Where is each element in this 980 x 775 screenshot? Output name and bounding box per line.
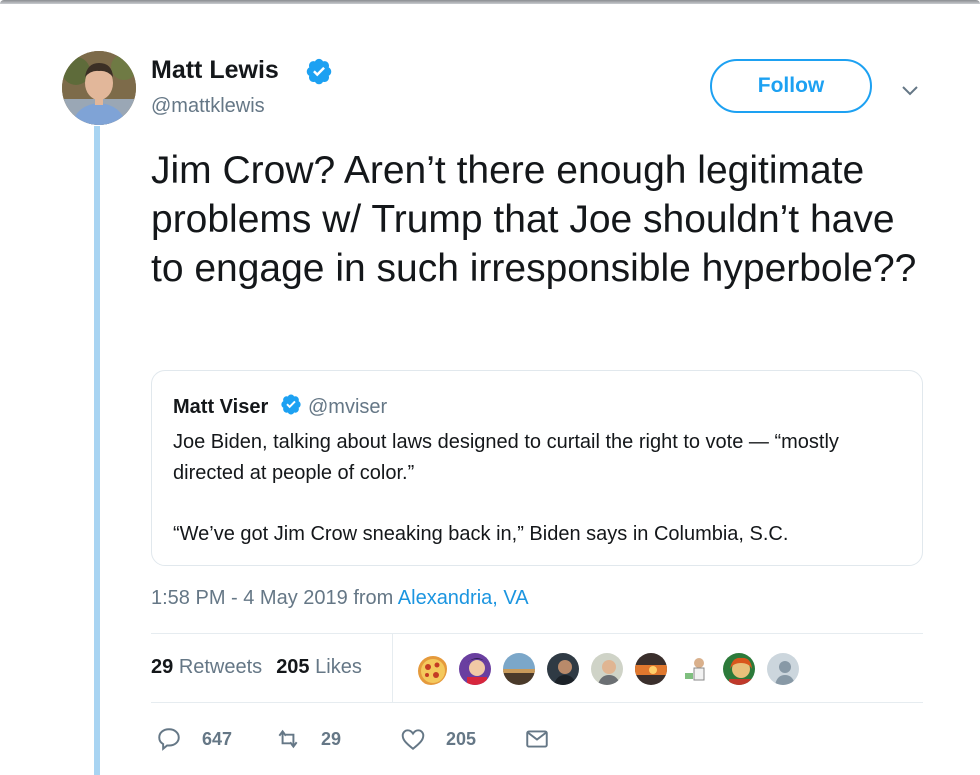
liker-avatar-person-dark[interactable] [545, 651, 581, 687]
author-name[interactable]: Matt Lewis [151, 56, 279, 85]
tweet-location-link[interactable]: Alexandria, VA [398, 587, 529, 609]
reply-icon [158, 728, 180, 751]
quoted-tweet-card[interactable]: Matt Viser @mviser Joe Biden, talking ab… [151, 370, 923, 566]
divider-bottom [151, 702, 923, 703]
stats-vertical-divider [392, 634, 393, 702]
thread-line [94, 126, 100, 775]
quoted-author-handle: @mviser [308, 396, 388, 418]
retweet-icon [278, 729, 298, 749]
envelope-icon [526, 730, 548, 748]
liker-avatar-pizza[interactable] [413, 651, 449, 687]
liker-avatar-sunset[interactable] [633, 651, 669, 687]
retweets-stat[interactable]: 29 Retweets [151, 656, 262, 678]
author-handle[interactable]: @mattklewis [151, 95, 265, 118]
divider-top [151, 633, 923, 634]
liker-avatar-redhead[interactable] [721, 651, 757, 687]
verified-badge-icon [306, 58, 332, 85]
tweet-stats: 29 Retweets 205 Likes [151, 656, 362, 679]
quoted-tweet-text: Joe Biden, talking about laws designed t… [173, 431, 839, 484]
reply-button[interactable]: 647 [156, 724, 236, 754]
quoted-tweet-text-2: “We’ve got Jim Crow sneaking back in,” B… [173, 523, 789, 545]
tweet-meta: 1:58 PM - 4 May 2019 from Alexandria, VA [151, 587, 529, 610]
liker-avatar-cartoon[interactable] [457, 651, 493, 687]
direct-message-button[interactable] [524, 724, 554, 754]
liker-avatar-landscape[interactable] [501, 651, 537, 687]
window-top-edge [0, 0, 980, 4]
retweet-button[interactable]: 29 [275, 724, 355, 754]
follow-button[interactable]: Follow [710, 59, 872, 113]
reply-count: 647 [202, 729, 233, 749]
likes-stat[interactable]: 205 Likes [276, 656, 362, 678]
tweet-text: Jim Crow? Aren’t there enough legitimate… [151, 149, 917, 290]
liker-avatar-figure[interactable] [677, 651, 713, 687]
chevron-down-icon[interactable] [898, 78, 922, 102]
like-button[interactable]: 205 [400, 724, 480, 754]
retweet-count: 29 [321, 729, 342, 749]
verified-badge-icon [281, 394, 301, 415]
liker-avatar-default[interactable] [765, 651, 801, 687]
tweet-timestamp[interactable]: 1:58 PM - 4 May 2019 from [151, 587, 398, 609]
quoted-author-name: Matt Viser [173, 396, 269, 418]
heart-icon [401, 729, 425, 750]
author-avatar[interactable] [62, 51, 136, 125]
liker-avatar-person-light[interactable] [589, 651, 625, 687]
like-count: 205 [446, 729, 477, 749]
